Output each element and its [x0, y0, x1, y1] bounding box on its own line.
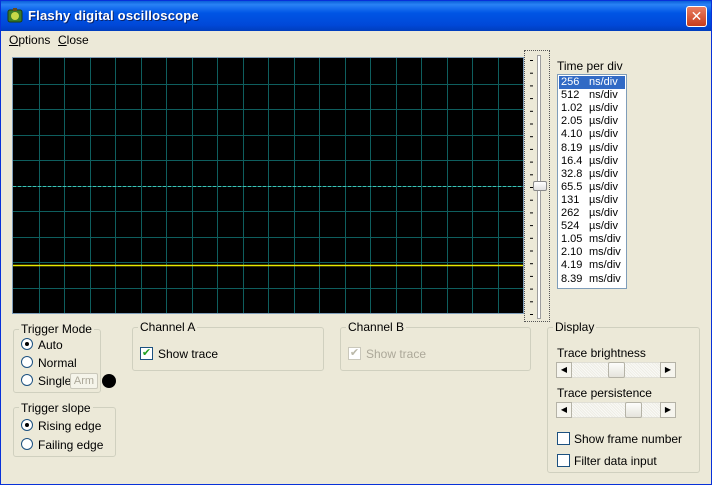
time-per-div-item[interactable]: 8.39 ms/div [559, 273, 625, 286]
time-per-div-value: 1.02 [561, 102, 583, 115]
time-per-div-unit: µs/div [589, 128, 618, 141]
time-per-div-value: 512 [561, 89, 580, 102]
persistence-left-arrow-icon[interactable]: ◀ [556, 402, 572, 418]
rising-edge-radio[interactable] [21, 419, 33, 431]
time-per-div-value: 2.10 [561, 246, 583, 259]
trace-brightness-slider[interactable]: ◀ ▶ [556, 362, 676, 378]
menu-close[interactable]: Close [58, 33, 89, 47]
time-per-div-unit: ms/div [589, 272, 621, 285]
time-per-div-item[interactable]: 1.02 µs/div [559, 102, 625, 115]
trigger-single-label: Single [38, 374, 72, 388]
show-frame-number-label: Show frame number [574, 432, 683, 446]
falling-edge-label: Failing edge [38, 438, 104, 452]
channel-a-title: Channel A [138, 320, 198, 334]
time-per-div-value: 4.19 [561, 259, 583, 272]
trace-persistence-slider[interactable]: ◀ ▶ [556, 402, 676, 418]
time-per-div-value: 16.4 [561, 154, 583, 167]
channel-b-show-trace-label: Show trace [366, 347, 427, 361]
channel-b-title: Channel B [346, 320, 407, 334]
time-per-div-value: 256 [561, 76, 580, 88]
time-per-div-unit: µs/div [589, 180, 618, 193]
arm-button[interactable]: Arm [70, 373, 98, 389]
app-icon [7, 8, 23, 23]
trigger-normal-label: Normal [38, 356, 77, 370]
rising-edge-label: Rising edge [38, 419, 102, 433]
time-per-div-item[interactable]: 512 ns/div [559, 89, 625, 102]
time-per-div-unit: µs/div [589, 102, 618, 115]
time-per-div-value: 4.10 [561, 128, 583, 141]
title-bar[interactable]: Flashy digital oscilloscope ✕ [1, 1, 711, 31]
time-per-div-item[interactable]: 4.19 ms/div [559, 259, 625, 272]
time-per-div-unit: µs/div [589, 193, 618, 206]
menu-options[interactable]: Options [9, 33, 50, 47]
trigger-slope-title: Trigger slope [19, 401, 93, 415]
persistence-slider-track[interactable] [572, 402, 660, 418]
time-per-div-item[interactable]: 262 µs/div [559, 207, 625, 220]
time-per-div-unit: ms/div [589, 246, 621, 259]
time-per-div-item[interactable]: 4.10 µs/div [559, 128, 625, 141]
time-per-div-unit: µs/div [589, 154, 618, 167]
trigger-mode-title: Trigger Mode [19, 322, 94, 336]
time-per-div-unit: ns/div [589, 76, 618, 88]
scope-grid [13, 58, 523, 313]
time-per-div-list[interactable]: 256 ns/div 512 ns/div 1.02 µs/div 2.05 µs/div 4.… [557, 74, 627, 289]
channel-a-show-trace-label: Show trace [158, 347, 219, 361]
time-per-div-item[interactable]: 256 ns/div [559, 76, 625, 89]
persistence-slider-thumb[interactable] [625, 402, 642, 418]
time-per-div-value: 32.8 [561, 167, 583, 180]
time-per-div-unit: ms/div [589, 233, 621, 246]
time-per-div-item[interactable]: 2.10 ms/div [559, 246, 625, 259]
time-per-div-value: 524 [561, 220, 580, 233]
trigger-single-radio[interactable] [21, 374, 33, 386]
time-per-div-item[interactable]: 32.8 µs/div [559, 168, 625, 181]
trace-persistence-label: Trace persistence [557, 386, 652, 400]
time-per-div-value: 262 [561, 207, 580, 219]
brightness-right-arrow-icon[interactable]: ▶ [660, 362, 676, 378]
time-per-div-item[interactable]: 16.4 µs/div [559, 155, 625, 168]
channel-b-show-trace-checkbox[interactable]: ✔ [348, 347, 361, 360]
scope-screen [13, 58, 523, 313]
brightness-left-arrow-icon[interactable]: ◀ [556, 362, 572, 378]
trigger-indicator-led [102, 374, 116, 388]
oscilloscope-window: Flashy digital oscilloscope ✕ Options Cl… [0, 0, 712, 485]
time-per-div-value: 8.39 [561, 272, 583, 285]
time-per-div-value: 1.05 [561, 233, 583, 246]
time-per-div-unit: µs/div [589, 115, 618, 128]
time-per-div-item[interactable]: 2.05 µs/div [559, 115, 625, 128]
trigger-auto-label: Auto [38, 338, 63, 352]
time-per-div-item[interactable]: 1.05 ms/div [559, 233, 625, 246]
time-per-div-item[interactable]: 131 µs/div [559, 194, 625, 207]
show-frame-number-checkbox[interactable] [557, 432, 570, 445]
brightness-slider-thumb[interactable] [608, 362, 625, 378]
time-per-div-unit: ns/div [589, 89, 618, 102]
display-title: Display [553, 320, 597, 334]
time-per-div-label: Time per div [557, 59, 623, 73]
filter-data-input-label: Filter data input [574, 454, 657, 468]
time-per-div-value: 65.5 [561, 180, 583, 193]
window-title: Flashy digital oscilloscope [28, 8, 199, 23]
time-per-div-item[interactable]: 8.19 µs/div [559, 142, 625, 155]
time-per-div-value: 131 [561, 193, 580, 206]
time-per-div-unit: µs/div [589, 141, 618, 154]
time-per-div-unit: µs/div [589, 220, 618, 233]
trigger-normal-radio[interactable] [21, 356, 33, 368]
time-per-div-item[interactable]: 65.5 µs/div [559, 181, 625, 194]
falling-edge-radio[interactable] [21, 438, 33, 450]
trigger-auto-radio[interactable] [21, 338, 33, 350]
time-per-div-unit: µs/div [589, 167, 618, 180]
time-per-div-unit: µs/div [589, 207, 618, 219]
trace-brightness-label: Trace brightness [557, 346, 646, 360]
time-per-div-value: 8.19 [561, 141, 583, 154]
scope-display [12, 57, 524, 314]
persistence-right-arrow-icon[interactable]: ▶ [660, 402, 676, 418]
time-per-div-unit: ms/div [589, 259, 621, 272]
time-per-div-value: 2.05 [561, 115, 583, 128]
close-window-button[interactable]: ✕ [686, 6, 707, 27]
channel-a-show-trace-checkbox[interactable]: ✔ [140, 347, 153, 360]
filter-data-input-checkbox[interactable] [557, 454, 570, 467]
vertical-level-slider-thumb[interactable] [533, 181, 547, 191]
time-per-div-item[interactable]: 524 µs/div [559, 220, 625, 233]
menu-bar: Options Close [1, 31, 711, 49]
